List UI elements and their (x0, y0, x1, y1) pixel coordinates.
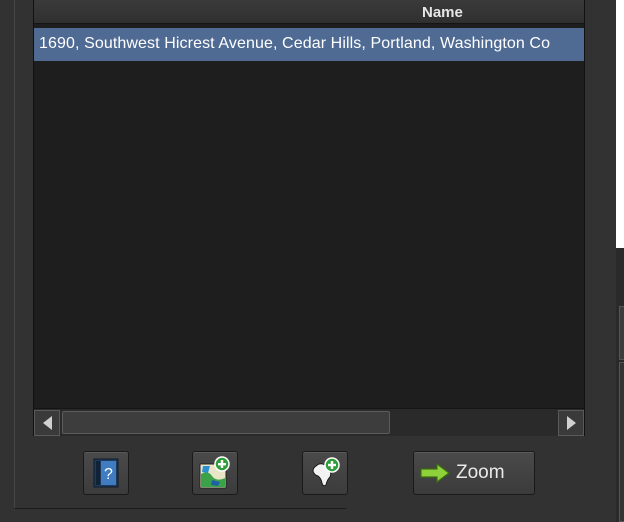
horizontal-scrollbar[interactable] (34, 408, 584, 436)
add-region-icon (312, 457, 340, 487)
arrow-right-icon (566, 416, 576, 430)
add-region-button[interactable] (302, 451, 348, 495)
results-table[interactable]: Name 1690, Southwest Hicrest Avenue, Ced… (33, 0, 585, 436)
svg-text:?: ? (104, 466, 113, 483)
table-header: Name (34, 0, 584, 24)
help-question-icon: ? (93, 458, 119, 488)
table-row-selected[interactable]: 1690, Southwest Hicrest Avenue, Cedar Hi… (34, 28, 584, 61)
row-name-cell: 1690, Southwest Hicrest Avenue, Cedar Hi… (39, 35, 551, 52)
scroll-right-button[interactable] (558, 410, 584, 436)
scroll-left-button[interactable] (34, 410, 60, 436)
panel-border (14, 0, 15, 510)
arrow-left-icon (42, 416, 52, 430)
background-control (619, 362, 624, 522)
green-arrow-right-icon (420, 463, 450, 483)
background-control (619, 306, 624, 360)
scrollbar-thumb[interactable] (62, 411, 390, 434)
zoom-button[interactable]: Zoom (413, 451, 535, 495)
panel-bottom-border (14, 508, 346, 509)
help-button[interactable]: ? (83, 451, 129, 495)
add-map-icon (199, 456, 230, 489)
column-header-name[interactable]: Name (422, 4, 463, 21)
zoom-label: Zoom (456, 462, 505, 483)
add-map-button[interactable] (192, 451, 238, 495)
background-window-edge (616, 0, 624, 248)
